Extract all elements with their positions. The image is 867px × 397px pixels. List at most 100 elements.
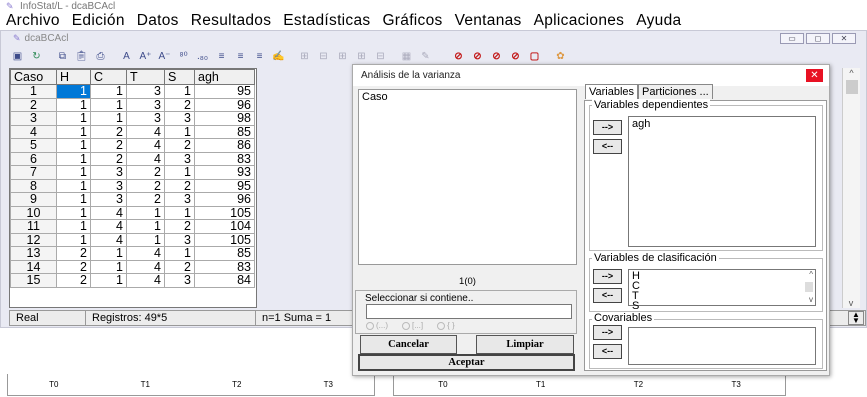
table-cell[interactable]: 1 (164, 84, 195, 99)
table-cell[interactable]: 2 (56, 246, 91, 261)
scroll-down-icon[interactable]: v (843, 298, 859, 308)
table-cell[interactable]: 96 (194, 192, 255, 207)
table-cell[interactable]: 1 (56, 232, 91, 247)
row-number-cell[interactable]: 13 (10, 246, 57, 261)
row-number-cell[interactable]: 2 (10, 97, 57, 112)
list-scroll-thumb[interactable] (805, 282, 813, 292)
table-cell[interactable]: 4 (126, 246, 165, 261)
table-cell[interactable]: 93 (194, 165, 255, 180)
filter-clear-icon[interactable]: ⊘ (488, 49, 505, 64)
table-cell[interactable]: 4 (126, 151, 165, 166)
classification-item[interactable]: H (632, 271, 812, 282)
table-cell[interactable]: 1 (90, 273, 127, 288)
table-cell[interactable]: 4 (126, 259, 165, 274)
add-column-icon[interactable]: ⊞ (353, 49, 370, 64)
table-cell[interactable]: 1 (90, 84, 127, 99)
font-shrink-icon[interactable]: A⁻ (156, 49, 173, 64)
row-number-cell[interactable]: 4 (10, 124, 57, 139)
table-row[interactable]: 3 1 1 3 3 98 (10, 111, 255, 126)
refresh-icon[interactable]: ↻ (28, 49, 45, 64)
table-cell[interactable]: 2 (90, 151, 127, 166)
remove-classification-button[interactable]: <-- (593, 288, 622, 303)
table-cell[interactable]: 4 (126, 138, 165, 153)
filter-box-icon[interactable]: ▢ (526, 49, 543, 64)
table-cell[interactable]: 2 (56, 259, 91, 274)
variable-item[interactable]: Caso (362, 91, 573, 103)
scroll-thumb[interactable] (845, 80, 858, 94)
table-cell[interactable]: 2 (164, 97, 195, 112)
table-cell[interactable]: 1 (56, 151, 91, 166)
row-number-cell[interactable]: 6 (10, 151, 57, 166)
remove-covariate-button[interactable]: <-- (593, 344, 622, 359)
dialog-close-icon[interactable]: ✕ (806, 69, 823, 82)
table-cell[interactable]: 2 (126, 165, 165, 180)
table-row[interactable]: 6 1 2 4 3 83 (10, 151, 255, 166)
decimals-decrease-icon[interactable]: .₈₀ (194, 49, 211, 64)
table-row[interactable]: 8 1 3 2 2 95 (10, 178, 255, 193)
table-cell[interactable]: 4 (90, 205, 127, 220)
dependent-item[interactable]: agh (632, 119, 812, 130)
minimize-button[interactable]: ▭ (780, 33, 804, 44)
table-cell[interactable]: 96 (194, 97, 255, 112)
table-cell[interactable]: 2 (126, 178, 165, 193)
table-cell[interactable]: 4 (90, 232, 127, 247)
column-header-t[interactable]: T (126, 69, 165, 85)
table-row[interactable]: 12 1 4 1 3 105 (10, 232, 255, 247)
font-icon[interactable]: A (118, 49, 135, 64)
delete-row-icon[interactable]: ⊟ (315, 49, 332, 64)
table-cell[interactable]: 1 (126, 232, 165, 247)
table-cell[interactable]: 3 (164, 192, 195, 207)
table-cell[interactable]: 83 (194, 259, 255, 274)
tab-variables[interactable]: Variables (585, 84, 639, 99)
table-cell[interactable]: 2 (90, 138, 127, 153)
variable-list[interactable]: Caso (358, 89, 577, 265)
table-cell[interactable]: 1 (56, 178, 91, 193)
spin-icon[interactable]: ▲ ▼ (848, 311, 864, 325)
filter-off-icon[interactable]: ⊘ (450, 49, 467, 64)
table-icon[interactable]: ▦ (398, 49, 415, 64)
remove-dependent-button[interactable]: <-- (593, 139, 622, 154)
table-cell[interactable]: 3 (164, 232, 195, 247)
column-header-c[interactable]: C (90, 69, 127, 85)
data-grid[interactable]: Caso H C T S agh 1 1 1 3 1 95 2 1 1 3 2 96 3 1 1 3 3 98 4 1… (9, 68, 257, 308)
paint-icon[interactable]: ✍ (270, 49, 287, 64)
clear-button[interactable]: Limpiar (476, 335, 574, 354)
table-cell[interactable]: 3 (126, 111, 165, 126)
table-cell[interactable]: 1 (56, 165, 91, 180)
menu-aplicaciones[interactable]: Aplicaciones (534, 12, 625, 30)
table-cell[interactable]: 1 (164, 246, 195, 261)
tab-particiones[interactable]: Particiones ... (638, 84, 713, 99)
table-cell[interactable]: 104 (194, 219, 255, 234)
table-cell[interactable]: 1 (56, 205, 91, 220)
table-cell[interactable]: 3 (90, 178, 127, 193)
insert-row-icon[interactable]: ⊞ (296, 49, 313, 64)
accept-button[interactable]: Aceptar (358, 354, 575, 371)
classification-list[interactable]: H C T S ^ v (628, 269, 816, 312)
grid-scrollbar[interactable]: ^ v (842, 68, 860, 308)
table-cell[interactable]: 2 (90, 124, 127, 139)
edit-icon[interactable]: ✎ (417, 49, 434, 64)
table-cell[interactable]: 95 (194, 178, 255, 193)
menu-archivo[interactable]: Archivo (6, 12, 60, 30)
menu-graficos[interactable]: Gráficos (382, 12, 442, 30)
table-cell[interactable]: 1 (164, 205, 195, 220)
table-cell[interactable]: 3 (126, 97, 165, 112)
table-row[interactable]: 9 1 3 2 3 96 (10, 192, 255, 207)
table-cell[interactable]: 84 (194, 273, 255, 288)
add-dependent-button[interactable]: --> (593, 120, 622, 135)
table-row[interactable]: 4 1 2 4 1 85 (10, 124, 255, 139)
table-cell[interactable]: 95 (194, 84, 255, 99)
table-cell[interactable]: 1 (90, 97, 127, 112)
row-number-cell[interactable]: 12 (10, 232, 57, 247)
classification-item[interactable]: S (632, 301, 812, 312)
table-row[interactable]: 10 1 4 1 1 105 (10, 205, 255, 220)
table-cell[interactable]: 3 (164, 273, 195, 288)
table-cell[interactable]: 1 (164, 124, 195, 139)
table-cell[interactable]: 1 (56, 124, 91, 139)
menu-edicion[interactable]: Edición (72, 12, 125, 30)
column-header-h[interactable]: H (56, 69, 91, 85)
scroll-up-icon[interactable]: ^ (843, 68, 860, 78)
table-cell[interactable]: 1 (56, 192, 91, 207)
palette-icon[interactable]: ✿ (552, 49, 569, 64)
table-cell[interactable]: 105 (194, 232, 255, 247)
